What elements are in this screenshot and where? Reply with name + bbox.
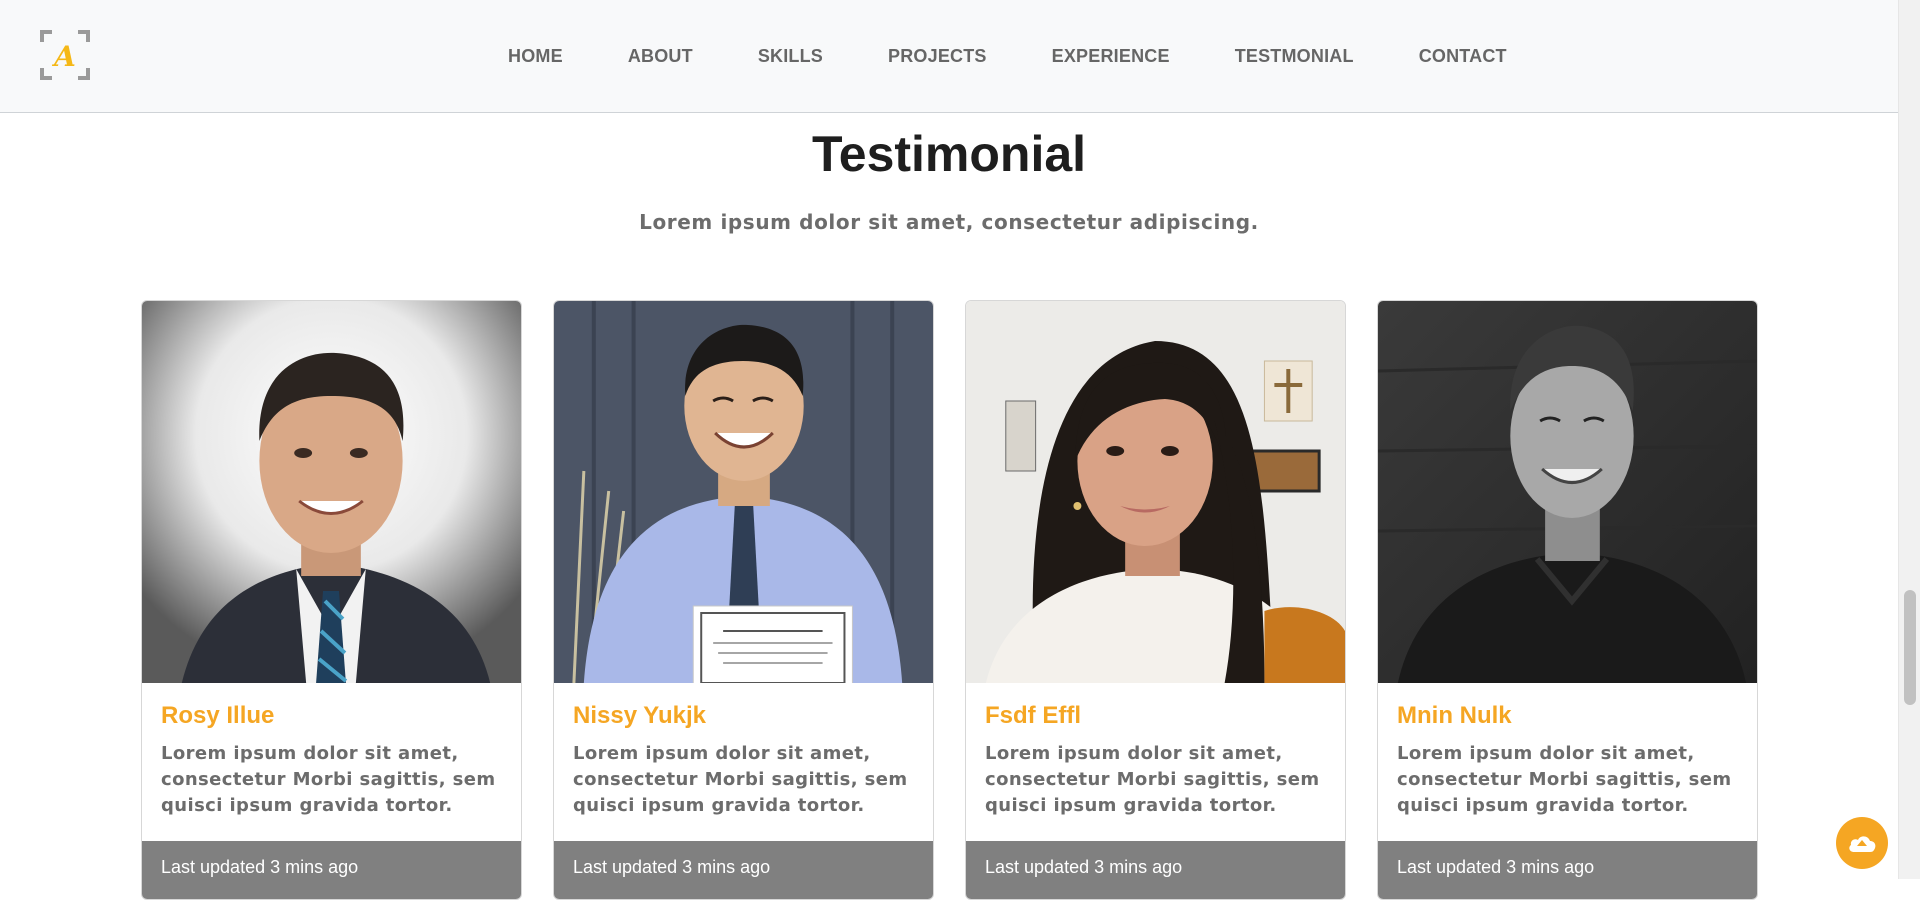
- nav-menu: HOME ABOUT SKILLS PROJECTS EXPERIENCE TE…: [508, 46, 1572, 66]
- testimonial-text: Lorem ipsum dolor sit amet, consectetur …: [1397, 743, 1732, 816]
- page-scrollbar[interactable]: [1898, 0, 1920, 879]
- back-to-top-button[interactable]: [1836, 817, 1888, 869]
- card-footer: Last updated 3 mins ago: [142, 841, 521, 899]
- section-title: Testimonial: [811, 126, 1087, 182]
- nav-contact[interactable]: CONTACT: [1419, 46, 1507, 66]
- nav-projects[interactable]: PROJECTS: [888, 46, 987, 66]
- logo-icon: A: [40, 30, 90, 80]
- nav-testimonial[interactable]: TESTMONIAL: [1235, 46, 1354, 66]
- card-footer: Last updated 3 mins ago: [1378, 841, 1757, 899]
- nav-about[interactable]: ABOUT: [628, 46, 693, 66]
- testimonial-name: Fsdf Effl: [985, 702, 1081, 729]
- testimonial-card: Nissy Yukjk Lorem ipsum dolor sit amet, …: [553, 300, 934, 900]
- testimonial-name: Rosy Illue: [161, 702, 275, 729]
- testimonial-text: Lorem ipsum dolor sit amet, consectetur …: [573, 743, 908, 816]
- card-footer: Last updated 3 mins ago: [966, 841, 1345, 899]
- logo-letter: A: [51, 40, 76, 73]
- woman-selfie-photo: [966, 301, 1345, 683]
- testimonial-text: Lorem ipsum dolor sit amet, consectetur …: [161, 743, 496, 816]
- logo-link[interactable]: A: [40, 30, 90, 80]
- testimonial-cards: Rosy Illue Lorem ipsum dolor sit amet, c…: [141, 300, 1758, 900]
- card-footer: Last updated 3 mins ago: [554, 841, 933, 899]
- nav-experience[interactable]: EXPERIENCE: [1052, 46, 1170, 66]
- man-black-white-photo: [1378, 301, 1757, 683]
- testimonial-name: Mnin Nulk: [1397, 702, 1512, 729]
- navbar: A HOME ABOUT SKILLS PROJECTS EXPERIENCE …: [0, 0, 1898, 113]
- man-with-certificate-photo: [554, 301, 933, 683]
- section-subtitle: Lorem ipsum dolor sit amet, consectetur …: [639, 210, 1259, 234]
- nav-home[interactable]: HOME: [508, 46, 563, 66]
- nav-skills[interactable]: SKILLS: [758, 46, 823, 66]
- scrollbar-thumb[interactable]: [1904, 590, 1916, 705]
- testimonial-card: Fsdf Effl Lorem ipsum dolor sit amet, co…: [965, 300, 1346, 900]
- man-in-suit-photo: [142, 301, 521, 683]
- testimonial-text: Lorem ipsum dolor sit amet, consectetur …: [985, 743, 1320, 816]
- cloud-up-icon: [1849, 836, 1876, 852]
- testimonial-card: Mnin Nulk Lorem ipsum dolor sit amet, co…: [1377, 300, 1758, 900]
- testimonial-card: Rosy Illue Lorem ipsum dolor sit amet, c…: [141, 300, 522, 900]
- testimonial-name: Nissy Yukjk: [573, 702, 706, 729]
